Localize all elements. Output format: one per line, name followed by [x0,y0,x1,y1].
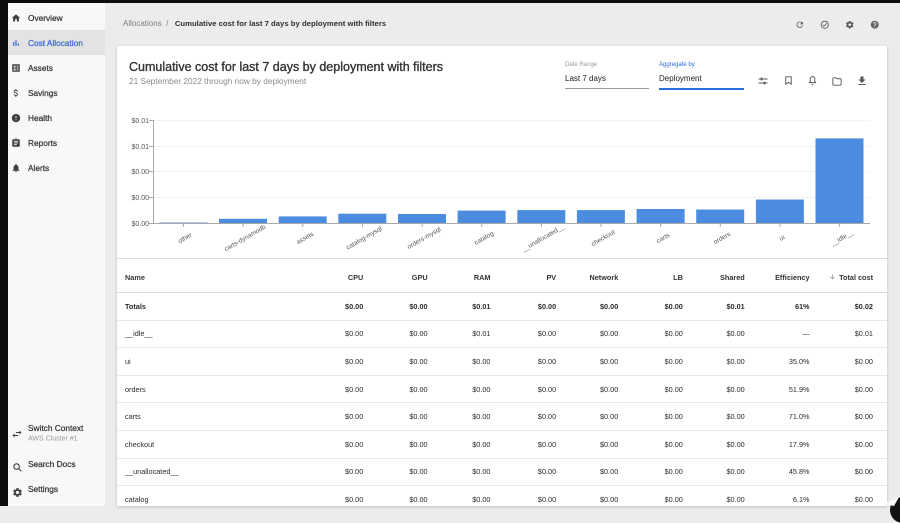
svg-text:$0.00: $0.00 [131,221,149,228]
svg-text:$0.01: $0.01 [131,118,149,125]
svg-text:assets: assets [295,230,315,246]
svg-text:ui: ui [778,234,786,243]
svg-text:__idle__: __idle__ [829,229,855,248]
svg-text:orders-mysql: orders-mysql [406,226,443,251]
svg-text:carts-dynamodb: carts-dynamodb [223,224,267,254]
svg-text:catalog-mysql: catalog-mysql [345,225,384,251]
svg-text:carts: carts [655,232,671,245]
svg-text:checkout: checkout [590,229,616,248]
svg-text:$0.00: $0.00 [131,195,149,202]
svg-text:orders: orders [713,230,733,246]
svg-text:$0.00: $0.00 [131,169,149,176]
svg-text:$0.01: $0.01 [131,144,149,151]
svg-text:catalog: catalog [473,230,495,247]
svg-text:__unallocated__: __unallocated__ [520,223,566,254]
svg-text:other: other [177,231,194,245]
